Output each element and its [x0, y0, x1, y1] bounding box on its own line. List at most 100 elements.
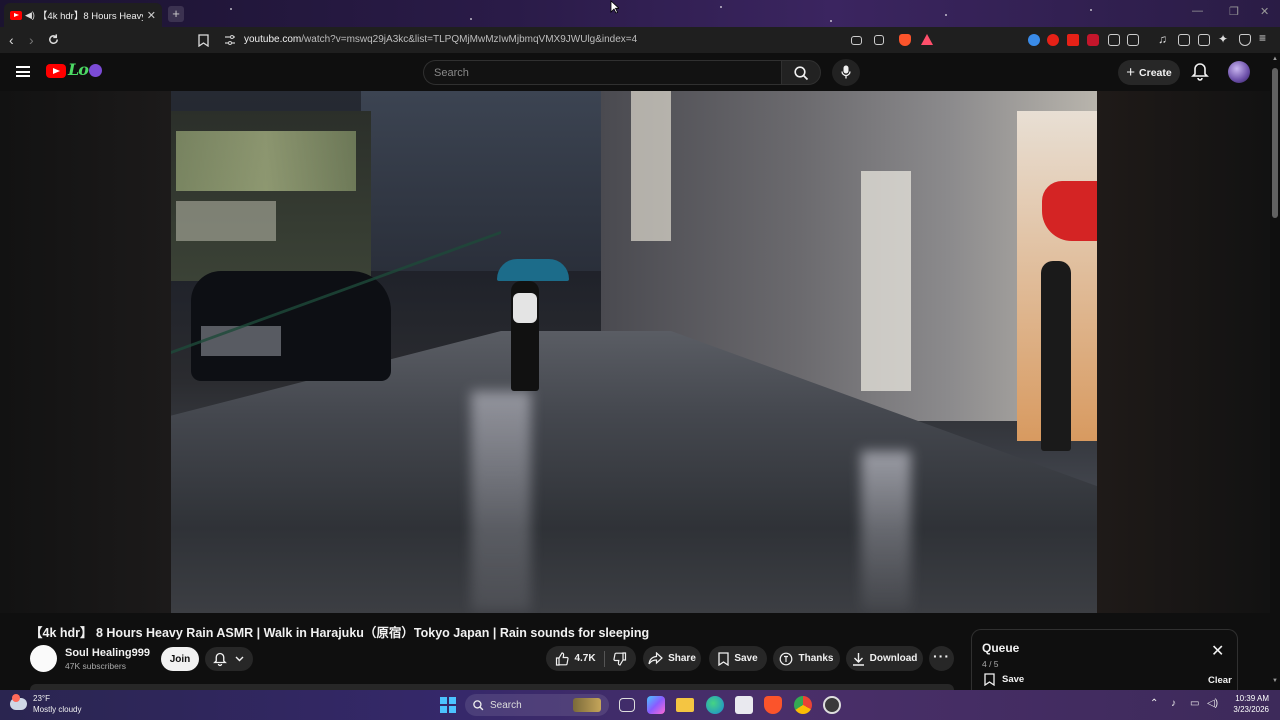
video-player[interactable]: [0, 91, 1270, 613]
ambient-glow-left: [0, 91, 171, 613]
taskbar-search[interactable]: Search: [465, 694, 609, 716]
minimize-icon[interactable]: —: [1192, 5, 1203, 17]
browser-tab-active[interactable]: ◀) 【4k hdr】8 Hours Heavy Rain ✕: [4, 3, 162, 27]
new-tab-button[interactable]: +: [168, 6, 184, 22]
bell-icon: [213, 652, 227, 667]
scrollbar-thumb[interactable]: [1272, 68, 1278, 218]
scroll-up-icon[interactable]: ▲: [1272, 56, 1278, 62]
channel-avatar[interactable]: [30, 645, 57, 672]
download-button[interactable]: Download: [846, 646, 923, 671]
music-icon[interactable]: ♫: [1158, 32, 1170, 46]
bookmark-icon[interactable]: [198, 34, 209, 47]
brave-shields-icon[interactable]: [899, 34, 911, 46]
account-avatar[interactable]: [1228, 61, 1250, 83]
like-button[interactable]: 4.7K: [555, 651, 596, 666]
extension-icon[interactable]: [1087, 34, 1099, 46]
page-scrollbar[interactable]: ▲ ▼: [1270, 53, 1280, 690]
weather-condition: Mostly cloudy: [33, 705, 82, 714]
close-tab-icon[interactable]: ✕: [147, 9, 156, 22]
browser-toolbar: ‹ › youtube.com/watch?v=mswq29jA3kc&list…: [0, 27, 1280, 53]
queue-save-button[interactable]: Save: [984, 673, 1024, 686]
obs-studio-icon[interactable]: [823, 696, 841, 714]
microsoft-store-icon[interactable]: [735, 696, 753, 714]
join-button[interactable]: Join: [161, 647, 199, 671]
close-queue-icon[interactable]: ✕: [1211, 644, 1224, 660]
save-button[interactable]: Save: [709, 646, 767, 671]
plus-icon: +: [1126, 64, 1136, 81]
more-actions-icon[interactable]: ···: [929, 646, 954, 671]
temperature: 23°F: [33, 694, 50, 703]
channel-name[interactable]: Soul Healing999: [65, 647, 150, 659]
edge-browser-icon[interactable]: [706, 696, 724, 714]
subscriber-count: 47K subscribers: [65, 661, 126, 671]
search-button[interactable]: [781, 60, 821, 85]
cast-icon[interactable]: [851, 36, 862, 45]
reload-icon[interactable]: [47, 33, 60, 46]
youtube-favicon-icon: [10, 10, 22, 20]
address-bar[interactable]: youtube.com/watch?v=mswq29jA3kc&list=TLP…: [244, 34, 637, 45]
copilot-icon[interactable]: [647, 696, 665, 714]
create-button[interactable]: + Create: [1118, 60, 1180, 85]
thumbs-down-icon[interactable]: [612, 651, 627, 666]
system-clock[interactable]: 10:39 AM 3/23/2026: [1225, 693, 1269, 715]
puzzle-icon[interactable]: [1108, 34, 1120, 46]
wallpaper-star: [945, 14, 947, 16]
chrome-icon[interactable]: [794, 696, 812, 714]
vpn-icon[interactable]: [1239, 34, 1251, 46]
show-hidden-icons-icon[interactable]: ⌃: [1150, 698, 1158, 709]
extension-icon[interactable]: [1047, 34, 1059, 46]
custom-logo-art-icon[interactable]: Lo: [68, 60, 102, 79]
sidebar-icon[interactable]: [1178, 34, 1190, 46]
video-title: 【4k hdr】 8 Hours Heavy Rain ASMR | Walk …: [30, 626, 650, 640]
windows-taskbar: 23°F Mostly cloudy Search ⌃ ♪ ▭ ◁) 10:39…: [0, 690, 1280, 720]
extension-icon[interactable]: [1127, 34, 1139, 46]
voice-search-button[interactable]: [832, 59, 860, 86]
guide-menu-icon[interactable]: [16, 66, 30, 77]
windows-start-icon[interactable]: [440, 697, 456, 713]
queue-clear-button[interactable]: Clear: [1208, 675, 1232, 686]
wallpaper-star: [830, 20, 832, 22]
search-box[interactable]: [423, 60, 781, 85]
site-info-icon[interactable]: [224, 34, 236, 46]
clock-time: 10:39 AM: [1235, 694, 1269, 703]
youtube-header: Lo + Create: [0, 53, 1280, 91]
share-page-icon[interactable]: [874, 35, 884, 45]
taskbar-search-label: Search: [490, 699, 522, 711]
leo-ai-icon[interactable]: ✦: [1218, 32, 1230, 46]
file-explorer-icon[interactable]: [676, 698, 694, 712]
brave-browser-icon[interactable]: [764, 696, 782, 714]
search-highlight-icon: [573, 698, 601, 712]
forward-icon[interactable]: ›: [29, 32, 34, 48]
search-input[interactable]: [424, 61, 781, 84]
browser-tab-bar: ◀) 【4k hdr】8 Hours Heavy Rain ✕ + — ❐ ✕: [0, 0, 1280, 27]
extension-icon[interactable]: [1067, 34, 1079, 46]
download-label: Download: [869, 653, 918, 664]
task-view-icon[interactable]: [619, 698, 635, 712]
volume-icon[interactable]: ◁): [1207, 698, 1218, 709]
video-scene-pedestrian: [511, 281, 539, 391]
speaker-icon[interactable]: ◀): [25, 10, 35, 21]
network-icon[interactable]: ▭: [1190, 698, 1199, 709]
maximize-icon[interactable]: ❐: [1229, 5, 1239, 18]
notifications-bell-icon[interactable]: [1191, 62, 1209, 82]
menu-icon[interactable]: ≡: [1259, 31, 1271, 45]
search-icon: [473, 699, 484, 710]
youtube-logo-icon[interactable]: [46, 64, 66, 78]
video-frame[interactable]: [171, 91, 1097, 613]
weather-widget[interactable]: 23°F Mostly cloudy: [10, 693, 81, 715]
close-window-icon[interactable]: ✕: [1260, 5, 1269, 18]
thanks-button[interactable]: Thanks: [773, 646, 840, 671]
extension-icon[interactable]: [1028, 34, 1040, 46]
back-icon[interactable]: ‹: [9, 32, 14, 48]
super-thanks-icon: [780, 652, 793, 665]
share-button[interactable]: Share: [643, 646, 701, 671]
subscription-notification-button[interactable]: [205, 647, 253, 671]
scroll-down-icon[interactable]: ▼: [1272, 678, 1278, 684]
brave-rewards-icon[interactable]: [921, 34, 933, 45]
wallpaper-star: [1090, 9, 1092, 11]
ambient-glow-right: [1097, 91, 1270, 613]
queue-title: Queue: [982, 641, 1020, 655]
microphone-tray-icon[interactable]: ♪: [1171, 698, 1176, 709]
wallet-icon[interactable]: [1198, 34, 1210, 46]
tab-title: 【4k hdr】8 Hours Heavy Rain: [37, 11, 143, 22]
